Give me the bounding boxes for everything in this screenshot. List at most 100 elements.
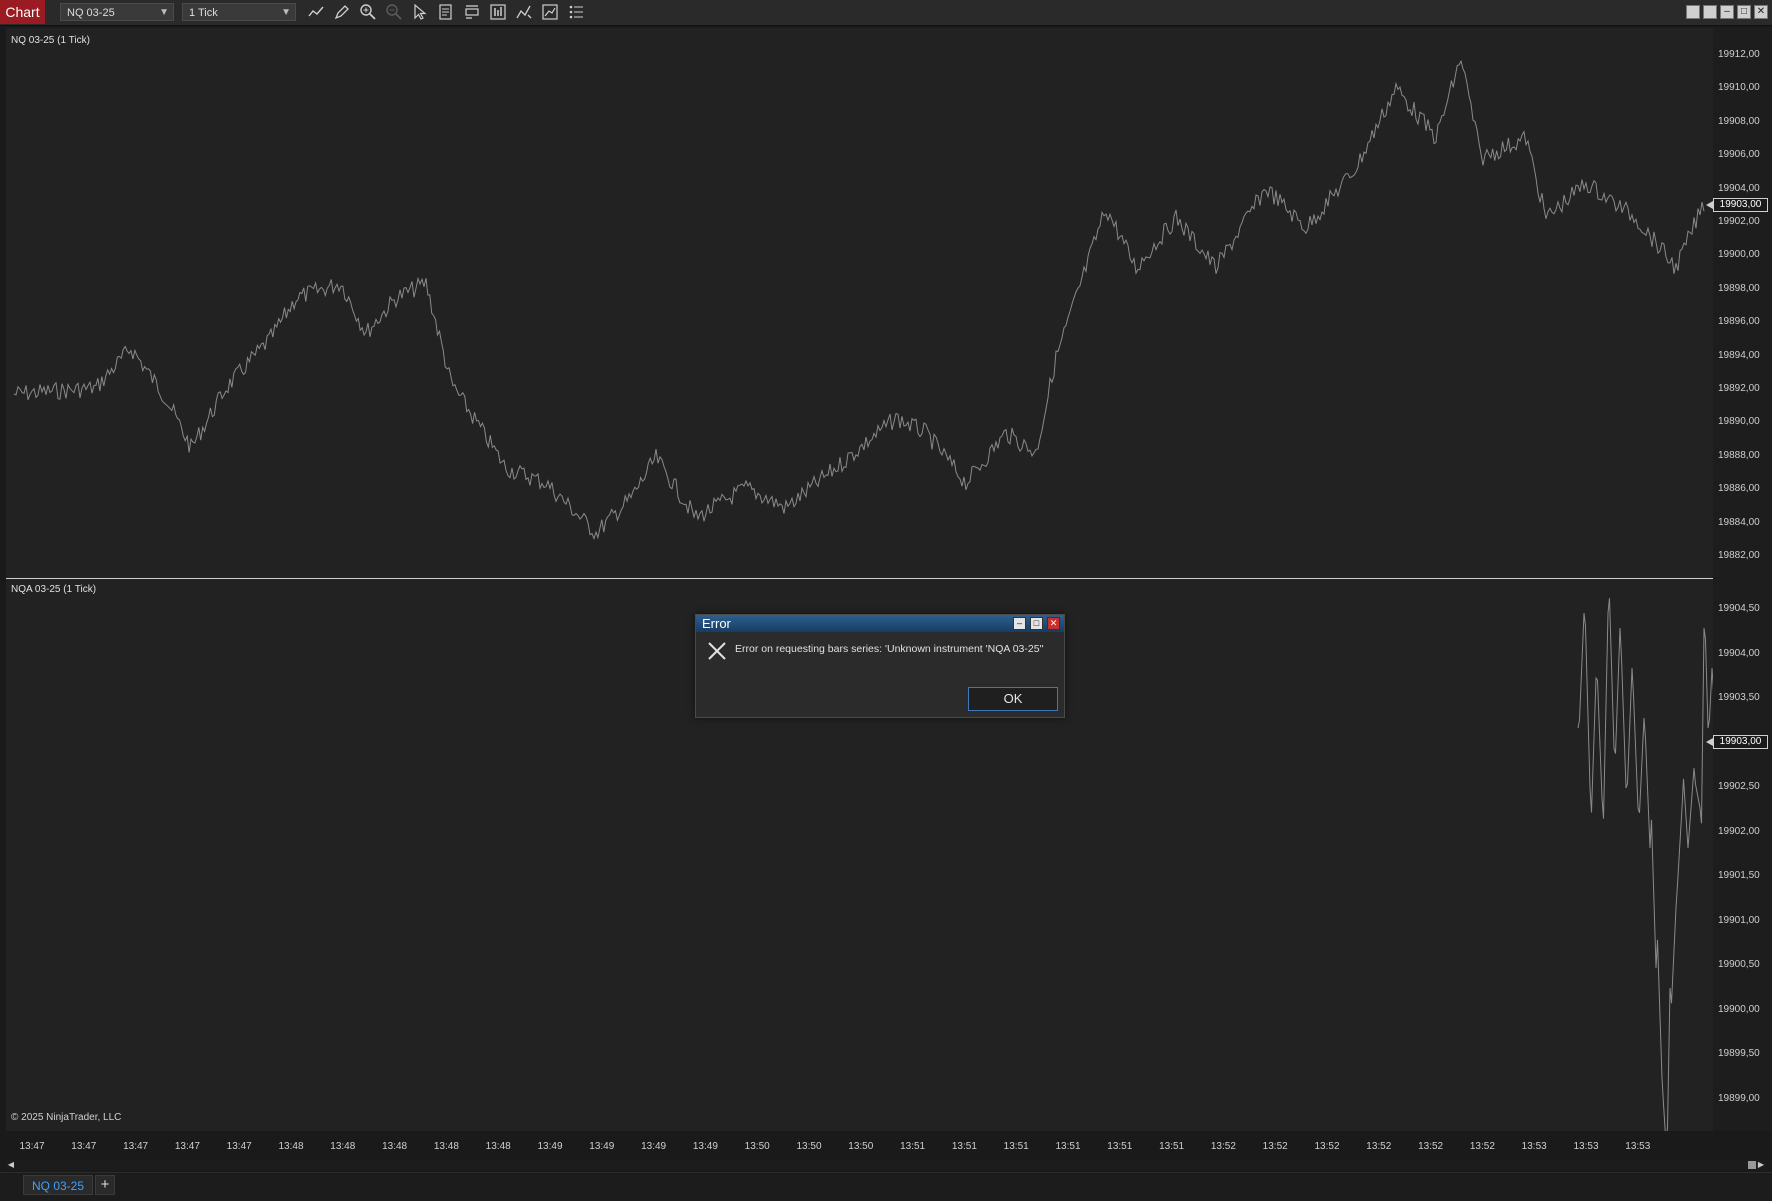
time-tick-label: 13:51: [1159, 1141, 1185, 1152]
time-tick-label: 13:48: [382, 1141, 408, 1152]
time-tick-label: 13:49: [692, 1141, 718, 1152]
time-tick-label: 13:47: [71, 1141, 97, 1152]
time-tick-label: 13:53: [1521, 1141, 1547, 1152]
pane-divider[interactable]: [6, 578, 1713, 579]
error-dialog: Error – □ ✕ Error on requesting bars ser…: [695, 614, 1065, 718]
time-tick-label: 13:51: [1003, 1141, 1029, 1152]
indicators-icon[interactable]: [515, 3, 533, 21]
minimize-icon[interactable]: –: [1720, 5, 1734, 19]
time-tick-label: 13:52: [1366, 1141, 1392, 1152]
price-tick-label: 19886,00: [1718, 483, 1760, 495]
top-pane-label: NQ 03-25 (1 Tick): [11, 35, 90, 46]
time-tick-label: 13:48: [278, 1141, 304, 1152]
chart-trader-icon[interactable]: [567, 3, 585, 21]
dialog-title-bar[interactable]: Error: [696, 615, 1064, 632]
price-tick-label: 19884,00: [1718, 516, 1760, 528]
time-tick-label: 13:49: [589, 1141, 615, 1152]
time-tick-label: 13:51: [1107, 1141, 1133, 1152]
time-tick-label: 13:47: [226, 1141, 252, 1152]
dialog-minimize-icon[interactable]: –: [1013, 617, 1026, 630]
price-tick-label: 19900,00: [1718, 1004, 1760, 1015]
strategies-icon[interactable]: [541, 3, 559, 21]
price-tick-label: 19900,50: [1718, 959, 1760, 970]
tab-nq-03-25[interactable]: NQ 03-25: [23, 1175, 93, 1195]
price-tick-label: 19899,50: [1718, 1048, 1760, 1059]
nqa-price-line: [1577, 598, 1713, 1131]
time-tick-label: 13:47: [19, 1141, 45, 1152]
price-tick-label: 19904,50: [1718, 603, 1760, 614]
properties-icon[interactable]: [437, 3, 455, 21]
price-tick-label: 19904,00: [1718, 182, 1760, 194]
zoom-out-icon[interactable]: [385, 3, 403, 21]
time-tick-label: 13:50: [848, 1141, 874, 1152]
tile-icon[interactable]: [1686, 5, 1700, 19]
nq-price-line: [13, 59, 1705, 541]
last-price-tag-bottom: 19903,00: [1706, 735, 1768, 749]
price-tick-label: 19910,00: [1718, 82, 1760, 94]
horizontal-scrollbar[interactable]: ◀ ▶: [6, 1160, 1766, 1170]
layout-icon[interactable]: [1703, 5, 1717, 19]
scroll-thumb[interactable]: [1748, 1161, 1756, 1169]
scroll-left-icon[interactable]: ◀: [6, 1160, 16, 1170]
time-tick-label: 13:50: [744, 1141, 770, 1152]
scroll-right-icon[interactable]: ▶: [1756, 1160, 1766, 1170]
time-tick-label: 13:53: [1625, 1141, 1651, 1152]
price-tick-label: 19894,00: [1718, 349, 1760, 361]
dialog-maximize-icon[interactable]: □: [1030, 617, 1043, 630]
price-tick-label: 19903,50: [1718, 692, 1760, 703]
pencil-icon[interactable]: [333, 3, 351, 21]
price-tick-label: 19902,50: [1718, 781, 1760, 792]
maximize-icon[interactable]: □: [1737, 5, 1751, 19]
time-tick-label: 13:50: [796, 1141, 822, 1152]
price-tick-label: 19882,00: [1718, 550, 1760, 561]
chart-toolbar: Chart NQ 03-25 ▼ 1 Tick ▼ – □ ✕: [0, 0, 1772, 26]
price-tick-label: 19912,00: [1718, 49, 1760, 60]
chevron-down-icon: ▼: [159, 7, 169, 18]
interval-selector[interactable]: 1 Tick ▼: [182, 3, 296, 21]
instrument-value: NQ 03-25: [67, 7, 115, 19]
price-tick-label: 19902,00: [1718, 826, 1760, 837]
time-tick-label: 13:47: [174, 1141, 200, 1152]
price-tick-label: 19902,00: [1718, 216, 1760, 227]
time-tick-label: 13:48: [485, 1141, 511, 1152]
instrument-icon[interactable]: [489, 3, 507, 21]
chart-tab-bar: NQ 03-25 +: [0, 1172, 1772, 1201]
copyright-text: © 2025 NinjaTrader, LLC: [11, 1112, 122, 1123]
price-tick-label: 19892,00: [1718, 383, 1760, 394]
chart-canvas[interactable]: [6, 28, 1713, 1131]
close-icon[interactable]: ✕: [1754, 5, 1768, 19]
dialog-close-icon[interactable]: ✕: [1047, 617, 1060, 630]
price-tick-label: 19898,00: [1718, 282, 1760, 294]
pointer-icon[interactable]: [411, 3, 429, 21]
time-tick-label: 13:52: [1314, 1141, 1340, 1152]
price-tick-label: 19896,00: [1718, 316, 1760, 328]
time-tick-label: 13:48: [433, 1141, 459, 1152]
data-box-icon[interactable]: [463, 3, 481, 21]
ok-button[interactable]: OK: [968, 687, 1058, 711]
time-tick-label: 13:49: [641, 1141, 667, 1152]
interval-value: 1 Tick: [189, 7, 218, 19]
zoom-in-icon[interactable]: [359, 3, 377, 21]
bottom-pane-label: NQA 03-25 (1 Tick): [11, 584, 97, 595]
chart-app-badge[interactable]: Chart: [0, 0, 45, 24]
price-tick-label: 19908,00: [1718, 115, 1760, 127]
price-tick-label: 19899,00: [1718, 1093, 1760, 1104]
time-tick-label: 13:52: [1418, 1141, 1444, 1152]
time-tick-label: 13:52: [1262, 1141, 1288, 1152]
time-axis[interactable]: [0, 1131, 1772, 1160]
time-tick-label: 13:51: [900, 1141, 926, 1152]
time-tick-label: 13:48: [330, 1141, 356, 1152]
add-tab-button[interactable]: +: [95, 1175, 115, 1195]
price-chart-svg: [13, 59, 1713, 1131]
time-tick-label: 13:52: [1210, 1141, 1236, 1152]
line-tool-icon[interactable]: [307, 3, 325, 21]
last-price-tag-top: 19903,00: [1706, 198, 1768, 212]
price-tick-label: 19906,00: [1718, 149, 1760, 161]
instrument-selector[interactable]: NQ 03-25 ▼: [60, 3, 174, 21]
chevron-down-icon: ▼: [281, 7, 291, 18]
time-tick-label: 13:53: [1573, 1141, 1599, 1152]
dialog-title: Error: [702, 616, 731, 631]
time-tick-label: 13:49: [537, 1141, 563, 1152]
error-x-icon: [708, 642, 726, 660]
time-tick-label: 13:47: [123, 1141, 149, 1152]
